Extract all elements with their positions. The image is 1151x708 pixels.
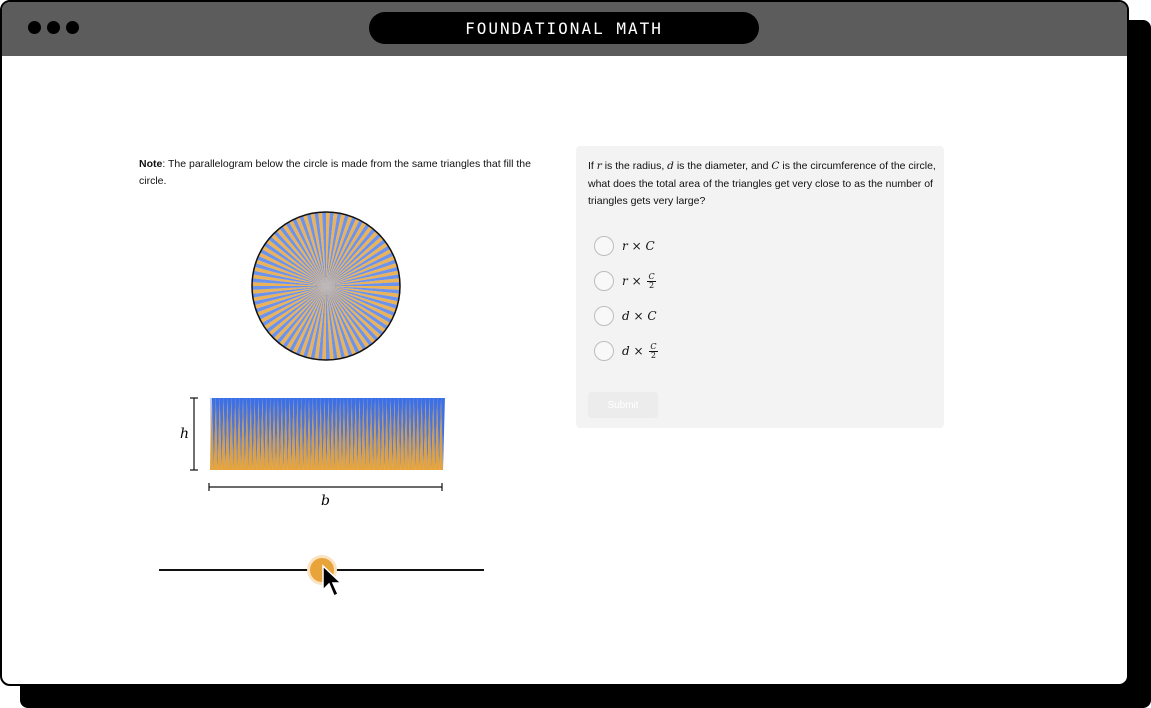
parallelogram: [210, 398, 445, 470]
height-label: h: [180, 426, 189, 442]
question-text: If r is the radius, d is the diameter, a…: [588, 158, 938, 211]
option-r-times-c-over-2[interactable]: r × C2: [594, 271, 656, 291]
submit-button[interactable]: Submit: [588, 392, 658, 418]
option-label: d × C: [622, 309, 657, 323]
base-label: b: [321, 493, 330, 509]
pointer-cursor-icon: [322, 564, 343, 598]
option-label: d × C2: [622, 341, 658, 360]
radio-button[interactable]: [594, 271, 614, 291]
question-text-1: If: [588, 160, 597, 172]
option-d-times-c-over-2[interactable]: d × C2: [594, 341, 658, 361]
question-text-3: is the diameter, and: [673, 160, 772, 172]
option-r-times-c[interactable]: r × C: [594, 236, 655, 256]
option-label: r × C2: [622, 271, 656, 290]
radio-button[interactable]: [594, 341, 614, 361]
option-label: r × C: [622, 239, 655, 253]
rect-shading: [210, 398, 443, 470]
radio-button[interactable]: [594, 236, 614, 256]
var-d: d: [667, 160, 674, 172]
question-text-2: is the radius,: [601, 160, 668, 172]
radio-button[interactable]: [594, 306, 614, 326]
option-d-times-c[interactable]: d × C: [594, 306, 657, 326]
